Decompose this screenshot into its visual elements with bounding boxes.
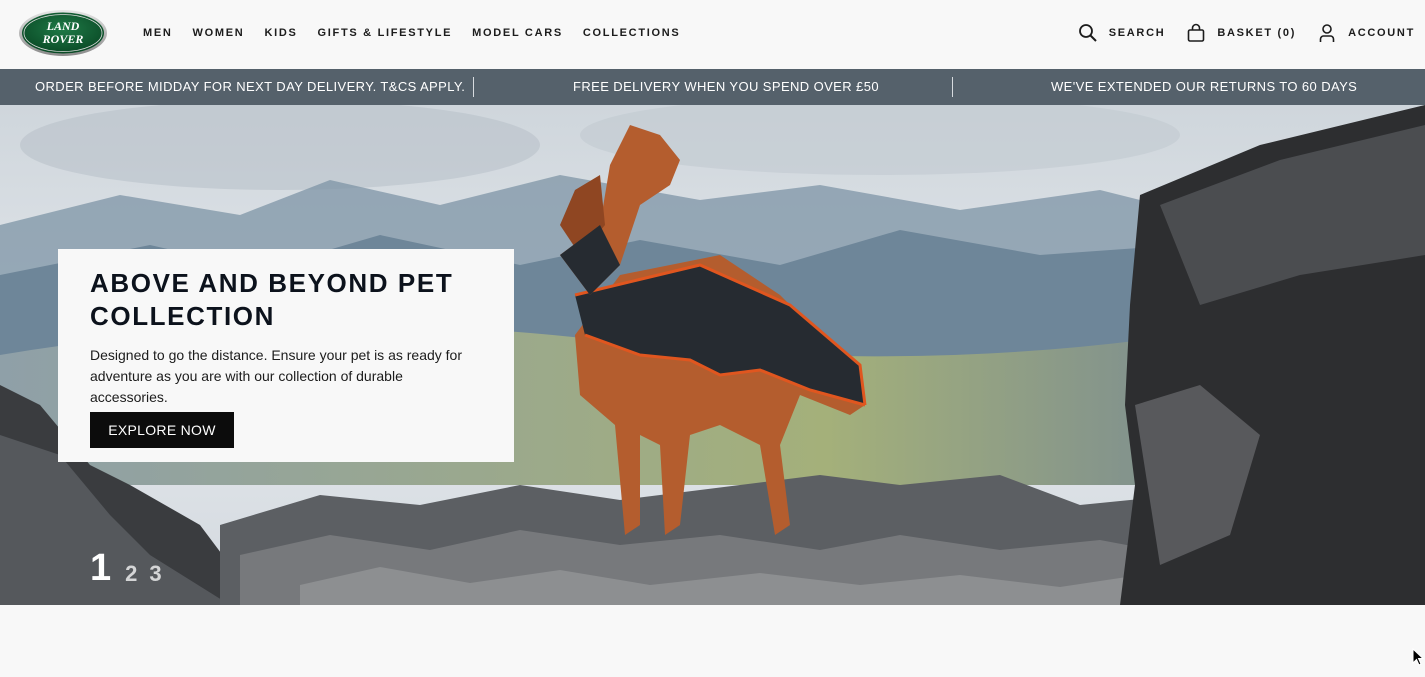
search-label: SEARCH xyxy=(1108,27,1166,39)
nav-model-cars[interactable]: MODEL CARS xyxy=(472,27,563,39)
bag-icon xyxy=(1185,22,1207,44)
hero-card: ABOVE AND BEYOND PET COLLECTION Designed… xyxy=(58,249,514,462)
promo-divider xyxy=(952,77,953,97)
mouse-cursor-icon xyxy=(1412,648,1424,666)
nav-women[interactable]: WOMEN xyxy=(193,27,245,39)
promo-returns[interactable]: WE'VE EXTENDED OUR RETURNS TO 60 DAYS xyxy=(1051,79,1357,94)
basket-button[interactable]: BASKET (0) xyxy=(1185,22,1296,44)
promo-next-day[interactable]: ORDER BEFORE MIDDAY FOR NEXT DAY DELIVER… xyxy=(35,79,465,94)
nav-kids[interactable]: KIDS xyxy=(264,27,297,39)
search-icon xyxy=(1077,22,1099,44)
promo-free-delivery[interactable]: FREE DELIVERY WHEN YOU SPEND OVER £50 xyxy=(573,79,879,94)
user-icon xyxy=(1316,22,1338,44)
hero-pager: 1 2 3 xyxy=(90,549,174,587)
pager-slide-1[interactable]: 1 xyxy=(90,549,111,587)
hero-title: ABOVE AND BEYOND PET COLLECTION xyxy=(90,268,454,331)
promo-bar: ORDER BEFORE MIDDAY FOR NEXT DAY DELIVER… xyxy=(0,69,1425,105)
explore-now-button[interactable]: EXPLORE NOW xyxy=(90,412,234,448)
search-button[interactable]: SEARCH xyxy=(1077,22,1166,44)
nav-gifts-lifestyle[interactable]: GIFTS & LIFESTYLE xyxy=(318,27,453,39)
basket-label: BASKET (0) xyxy=(1217,27,1297,39)
nav-collections[interactable]: COLLECTIONS xyxy=(583,27,681,39)
account-button[interactable]: ACCOUNT xyxy=(1316,22,1415,44)
svg-text:LAND: LAND xyxy=(46,19,80,33)
site-header: LAND ROVER MEN WOMEN KIDS GIFTS & LIFEST… xyxy=(0,0,1425,69)
hero-banner: ABOVE AND BEYOND PET COLLECTION Designed… xyxy=(0,105,1425,605)
account-label: ACCOUNT xyxy=(1348,27,1415,39)
nav-men[interactable]: MEN xyxy=(143,27,173,39)
svg-text:ROVER: ROVER xyxy=(42,32,84,46)
pager-slide-3[interactable]: 3 xyxy=(149,561,161,587)
pager-slide-2[interactable]: 2 xyxy=(125,561,137,587)
land-rover-logo[interactable]: LAND ROVER xyxy=(18,9,108,57)
promo-divider xyxy=(473,77,474,97)
main-nav: MEN WOMEN KIDS GIFTS & LIFESTYLE MODEL C… xyxy=(143,0,700,66)
header-utilities: SEARCH BASKET (0) ACCOUNT xyxy=(1057,0,1415,66)
hero-description: Designed to go the distance. Ensure your… xyxy=(90,347,462,405)
